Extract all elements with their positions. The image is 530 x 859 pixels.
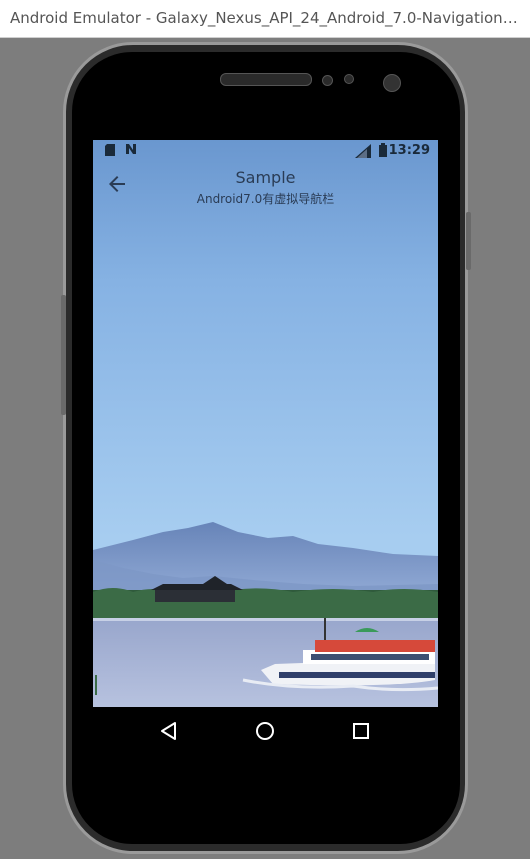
home-circle-icon[interactable] xyxy=(253,719,277,743)
light-sensor xyxy=(344,74,354,84)
phone-screen: 13:29 Sample Android7.0有虚拟导航栏 xyxy=(93,140,438,707)
sd-card-icon xyxy=(105,144,115,159)
emulator-title-bar: Android Emulator - Galaxy_Nexus_API_24_A… xyxy=(0,0,530,38)
power-button[interactable] xyxy=(61,295,66,415)
app-toolbar: Sample Android7.0有虚拟导航栏 xyxy=(93,162,438,212)
landscape-background-image xyxy=(93,522,438,707)
window-title: Android Emulator - Galaxy_Nexus_API_24_A… xyxy=(10,9,524,27)
navigation-bar xyxy=(93,707,438,755)
front-camera xyxy=(383,74,401,92)
battery-icon xyxy=(379,143,387,160)
signal-icon xyxy=(355,144,371,161)
back-triangle-icon[interactable] xyxy=(157,719,181,743)
earpiece-speaker xyxy=(220,73,312,86)
n-notification-icon xyxy=(125,143,137,158)
recents-square-icon[interactable] xyxy=(349,719,373,743)
page-title: Sample xyxy=(235,168,296,187)
page-subtitle: Android7.0有虚拟导航栏 xyxy=(196,192,335,206)
volume-button[interactable] xyxy=(466,212,471,270)
proximity-sensor xyxy=(322,75,333,86)
status-bar: 13:29 xyxy=(93,140,438,162)
status-clock: 13:29 xyxy=(388,143,430,158)
